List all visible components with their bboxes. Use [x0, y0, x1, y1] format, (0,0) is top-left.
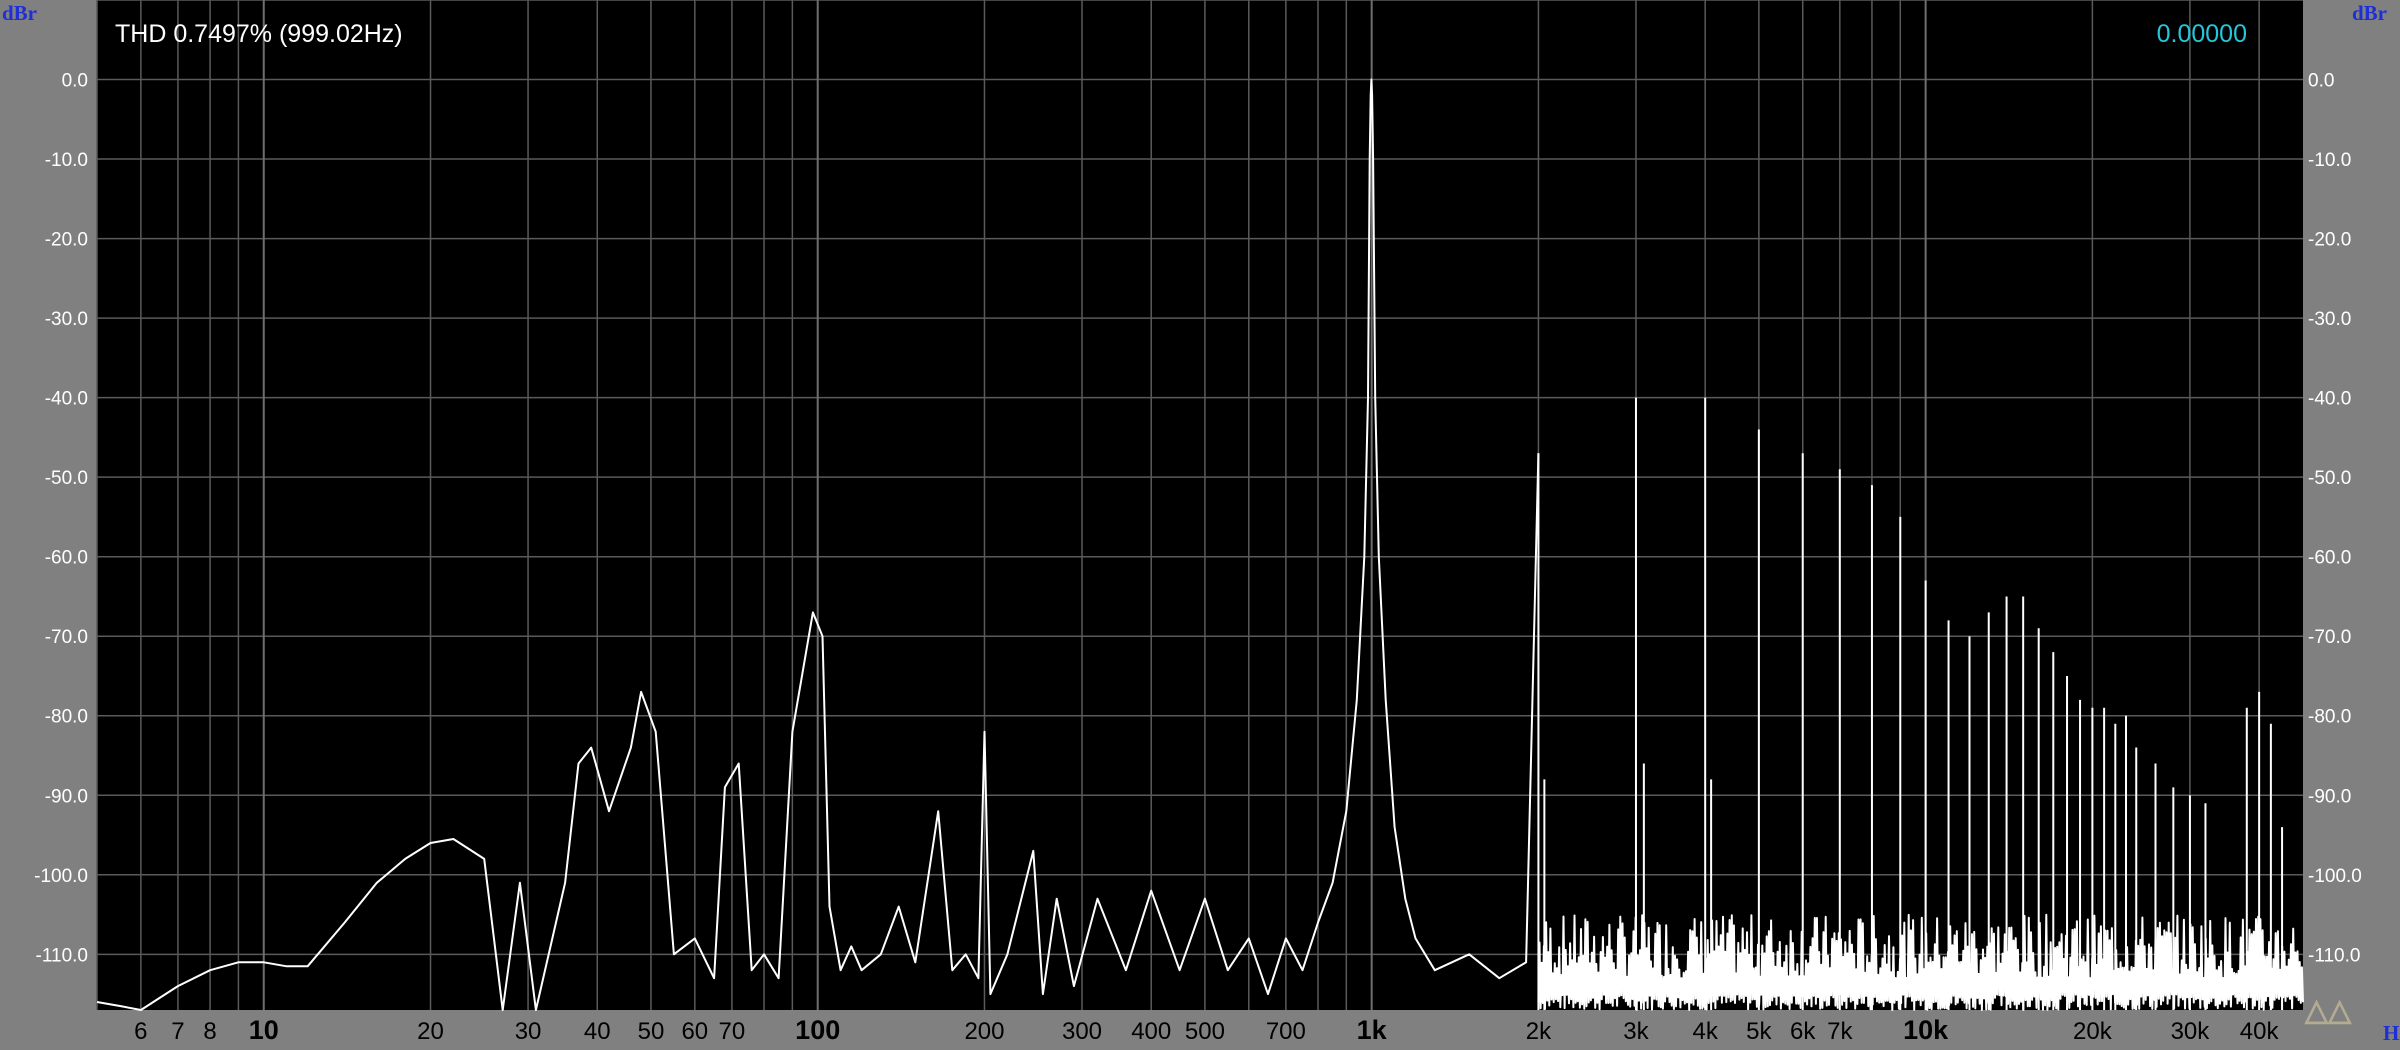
- x-tick-label: 3k: [1623, 1018, 1649, 1045]
- x-tick-label: 400: [1131, 1018, 1171, 1045]
- y-tick-label: -70.0: [45, 627, 88, 648]
- y-unit-right: dBr: [2352, 1, 2387, 25]
- x-tick-label: 60: [681, 1018, 708, 1045]
- y-tick-label: -50.0: [2308, 468, 2351, 489]
- x-tick-label: 20: [417, 1018, 444, 1045]
- x-tick-label: 40k: [2240, 1018, 2280, 1045]
- y-tick-label: -30.0: [2308, 309, 2351, 330]
- y-tick-label: -20.0: [2308, 230, 2351, 251]
- y-tick-label: -10.0: [45, 150, 88, 171]
- x-tick-label: 100: [795, 1015, 840, 1045]
- x-tick-label: 6k: [1790, 1018, 1816, 1045]
- x-tick-label: 50: [638, 1018, 665, 1045]
- y-tick-label: 0.0: [62, 71, 88, 92]
- y-tick-label: -100.0: [2308, 866, 2362, 887]
- y-tick-label: -80.0: [2308, 707, 2351, 728]
- x-tick-label: 7k: [1827, 1018, 1853, 1045]
- y-tick-label: -90.0: [2308, 786, 2351, 807]
- x-tick-label: 20k: [2073, 1018, 2113, 1045]
- y-tick-label: 0.0: [2308, 71, 2334, 92]
- x-tick-label: 30: [515, 1018, 542, 1045]
- y-tick-label: -90.0: [45, 786, 88, 807]
- x-tick-label: 6: [134, 1018, 147, 1045]
- watermark-logo: △△: [2304, 994, 2352, 1027]
- x-tick-label: 5k: [1746, 1018, 1772, 1045]
- y-tick-label: -100.0: [34, 866, 88, 887]
- x-unit: Hz: [2383, 1021, 2400, 1045]
- x-tick-label: 4k: [1693, 1018, 1719, 1045]
- y-tick-label: -70.0: [2308, 627, 2351, 648]
- x-tick-label: 700: [1266, 1018, 1306, 1045]
- y-tick-label: -60.0: [2308, 548, 2351, 569]
- x-tick-label: 200: [964, 1018, 1004, 1045]
- y-tick-label: -110.0: [2308, 945, 2360, 966]
- plot-area: [97, 0, 2303, 1010]
- x-tick-label: 8: [203, 1018, 216, 1045]
- y-tick-label: -30.0: [45, 309, 88, 330]
- y-tick-label: -20.0: [45, 230, 88, 251]
- y-tick-label: -40.0: [2308, 389, 2351, 410]
- x-tick-label: 30k: [2171, 1018, 2211, 1045]
- y-tick-label: -50.0: [45, 468, 88, 489]
- thd-readout: THD 0.7497% (999.02Hz): [115, 20, 403, 48]
- x-tick-label: 1k: [1357, 1015, 1388, 1045]
- y-tick-label: -10.0: [2308, 150, 2351, 171]
- y-tick-label: -110.0: [36, 945, 88, 966]
- y-unit-left: dBr: [2, 1, 37, 25]
- x-tick-label: 10k: [1903, 1015, 1949, 1045]
- x-tick-label: 500: [1185, 1018, 1225, 1045]
- y-tick-label: -40.0: [45, 389, 88, 410]
- spectrum-chart: 0.0 -10.0 -20.0 -30.0 -40.0 -50.0 -60.0 -70.0 -8…: [0, 0, 2400, 1050]
- cursor-readout: 0.00000: [2157, 20, 2247, 48]
- x-tick-label: 70: [719, 1018, 746, 1045]
- x-tick-label: 40: [584, 1018, 611, 1045]
- watermark-mark: △△: [2304, 994, 2352, 1027]
- x-tick-label: 2k: [1526, 1018, 1552, 1045]
- x-tick-label: 300: [1062, 1018, 1102, 1045]
- x-tick-label: 7: [171, 1018, 184, 1045]
- y-tick-label: -60.0: [45, 548, 88, 569]
- x-tick-label: 10: [249, 1015, 279, 1045]
- y-tick-label: -80.0: [45, 707, 88, 728]
